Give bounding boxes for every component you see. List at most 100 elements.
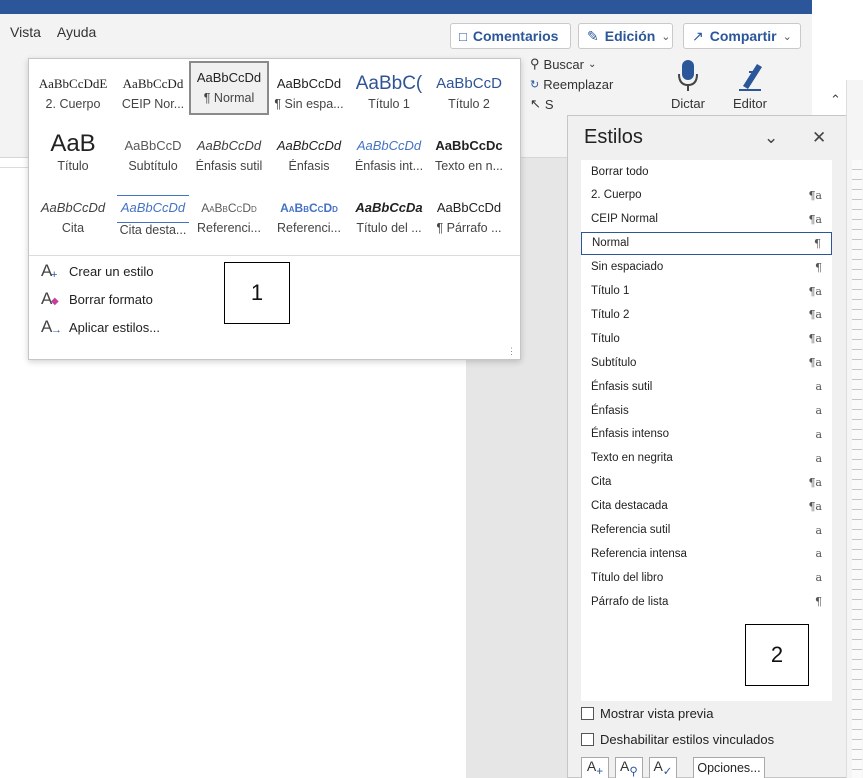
style-list-item[interactable]: Subtítulo ¶a [581,351,832,374]
style-titulo[interactable]: AaB Título [33,131,113,187]
style-cita-destacada[interactable]: AaBbCcDd Cita desta... [113,193,193,249]
pane-options-chevron-icon[interactable]: ⌄ [764,128,778,148]
style-list-item[interactable]: Título 2 ¶a [581,303,832,326]
style-enfasis-intenso[interactable]: AaBbCcDd Énfasis int... [349,131,429,187]
style-subtitulo[interactable]: AaBbCcD Subtítulo [113,131,193,187]
style-list-label: Título 1 [591,285,630,297]
style-list-item[interactable]: Cita ¶a [581,471,832,494]
style-titulo-1[interactable]: AaBbC( Título 1 [349,69,429,125]
style-titulo-libro[interactable]: AaBbCcDa Título del ... [349,193,429,249]
replace-button[interactable]: ↻ Reemplazar [530,74,613,94]
pencil-icon: ✎ [587,27,599,44]
style-titulo-2[interactable]: AaBbCcD Título 2 [429,69,509,125]
style-list-item[interactable]: Referencia intensa a [581,542,832,565]
style-type-mark: ¶a [808,475,822,489]
style-texto-negrita[interactable]: AaBbCcDc Texto en n... [429,131,509,187]
style-list-item[interactable]: Título 1 ¶a [581,280,832,303]
style-caption: ¶ Sin espa... [274,97,344,111]
show-preview-checkbox[interactable] [581,707,594,720]
disable-linked-option[interactable]: Deshabilitar estilos vinculados [581,732,774,747]
styles-pane-title: Estilos [584,126,643,148]
style-caption: Texto en n... [434,159,504,173]
style-cita[interactable]: AaBbCcDd Cita [33,193,113,249]
editing-label: Edición [604,28,656,44]
styles-list: Borrar todo 2. Cuerpo ¶a CEIP Normal ¶a Norma… [581,160,832,701]
share-icon: ↗ [692,27,704,44]
style-list-item[interactable]: Párrafo de lista ¶ [581,590,832,613]
style-list-label: Título [591,332,620,345]
editing-button[interactable]: ✎ Edición ⌄ [578,23,673,49]
resize-grip-icon[interactable]: ⋮ [507,346,516,357]
editor-button[interactable]: Editor [722,56,778,111]
tab-ayuda[interactable]: Ayuda [57,24,96,40]
comments-button[interactable]: □ Comentarios [450,23,571,49]
style-preview: AaBbCcDa [355,200,423,215]
style-list-label: Énfasis intenso [591,428,669,441]
disable-linked-checkbox[interactable] [581,733,594,746]
style-list-label: Énfasis sutil [591,380,653,393]
style-list-item[interactable]: Énfasis a [581,399,832,422]
style-list-item[interactable]: Texto en negrita a [581,447,832,470]
title-bar-strip [0,0,812,14]
style-cuerpo[interactable]: AaBbCcDdE 2. Cuerpo [33,69,113,125]
select-button[interactable]: ↖ S [530,94,613,114]
close-icon[interactable]: ✕ [812,128,826,148]
word-window: Vista Ayuda □ Comentarios ✎ Edición ⌄ ↗ … [0,0,863,778]
style-list-item[interactable]: Énfasis intenso a [581,423,832,446]
share-button[interactable]: ↗ Compartir ⌄ [683,23,801,49]
new-style-icon: A+ [586,758,604,778]
cursor-icon: ↖ [530,96,541,111]
replace-icon: ↻ [530,78,540,91]
style-caption: 2. Cuerpo [45,97,101,111]
style-caption: Énfasis int... [354,159,424,173]
style-preview: AaBbCcDd [201,201,257,215]
style-type-mark: ¶ [815,595,822,609]
style-preview: AaBbCcDc [435,138,503,153]
new-style-button[interactable]: A+ [581,757,609,778]
style-parrafo-lista[interactable]: AaBbCcDd ¶ Párrafo ... [429,193,509,249]
style-type-mark: ¶a [808,332,822,346]
style-list-label: Referencia sutil [591,524,671,536]
options-button[interactable]: Opciones... [693,757,765,778]
vertical-ruler [852,160,862,778]
collapse-ribbon-icon[interactable]: ⌃ [830,92,841,108]
style-list-label: 2. Cuerpo [591,189,642,202]
style-caption: ¶ Párrafo ... [436,221,502,235]
find-button[interactable]: ⚲ Buscar ⌄ [530,54,613,74]
style-list-item[interactable]: CEIP Normal ¶a [581,208,832,231]
style-list-label: Normal [592,237,630,250]
style-inspector-button[interactable]: A⚲ [615,757,643,778]
show-preview-option[interactable]: Mostrar vista previa [581,706,713,721]
apply-styles-command[interactable]: A → Aplicar estilos... [41,317,160,337]
style-normal[interactable]: AaBbCcDd ¶ Normal [189,61,269,115]
manage-styles-button[interactable]: A✓ [649,757,677,778]
style-preview: AaBbCcDd [276,76,342,91]
style-preview: AaBbCcDd [196,138,262,153]
style-list-item[interactable]: Sin espaciado ¶ [581,256,832,279]
style-referencia-sutil[interactable]: AaBbCcDd Referenci... [189,193,269,249]
style-preview: AaBbCcDd [40,200,106,215]
clear-formatting-command[interactable]: A ◆ Borrar formato [41,289,153,309]
style-ceip-normal[interactable]: AaBbCcDd CEIP Nor... [113,69,193,125]
editor-label: Editor [733,96,767,111]
style-list-label: Subtítulo [591,356,637,369]
style-enfasis-sutil[interactable]: AaBbCcDd Énfasis sutil [189,131,269,187]
style-caption: Referenci... [197,221,261,235]
style-list-item[interactable]: Título del libro a [581,566,832,589]
style-sin-espaciado[interactable]: AaBbCcDd ¶ Sin espa... [269,69,349,125]
style-preview: AaBbCcDd [196,70,262,85]
style-list-item[interactable]: 2. Cuerpo ¶a [581,184,832,207]
style-list-item[interactable]: Referencia sutil a [581,519,832,542]
style-list-item[interactable]: Título ¶a [581,327,832,350]
style-list-item[interactable]: Cita destacada ¶a [581,495,832,518]
style-enfasis[interactable]: AaBbCcDd Énfasis [269,131,349,187]
style-inspector-icon: A⚲ [620,758,638,778]
style-list-item[interactable]: Normal ¶ [581,231,832,255]
tab-vista[interactable]: Vista [10,24,41,40]
dictate-button[interactable]: Dictar [660,56,716,111]
create-style-command[interactable]: A + Crear un estilo [41,261,154,281]
style-list-item[interactable]: Énfasis sutil a [581,375,832,398]
style-list-item[interactable]: Borrar todo [581,160,832,183]
style-referencia-intensa[interactable]: AaBbCcDd Referenci... [269,193,349,249]
apply-styles-icon: A → [41,317,62,336]
